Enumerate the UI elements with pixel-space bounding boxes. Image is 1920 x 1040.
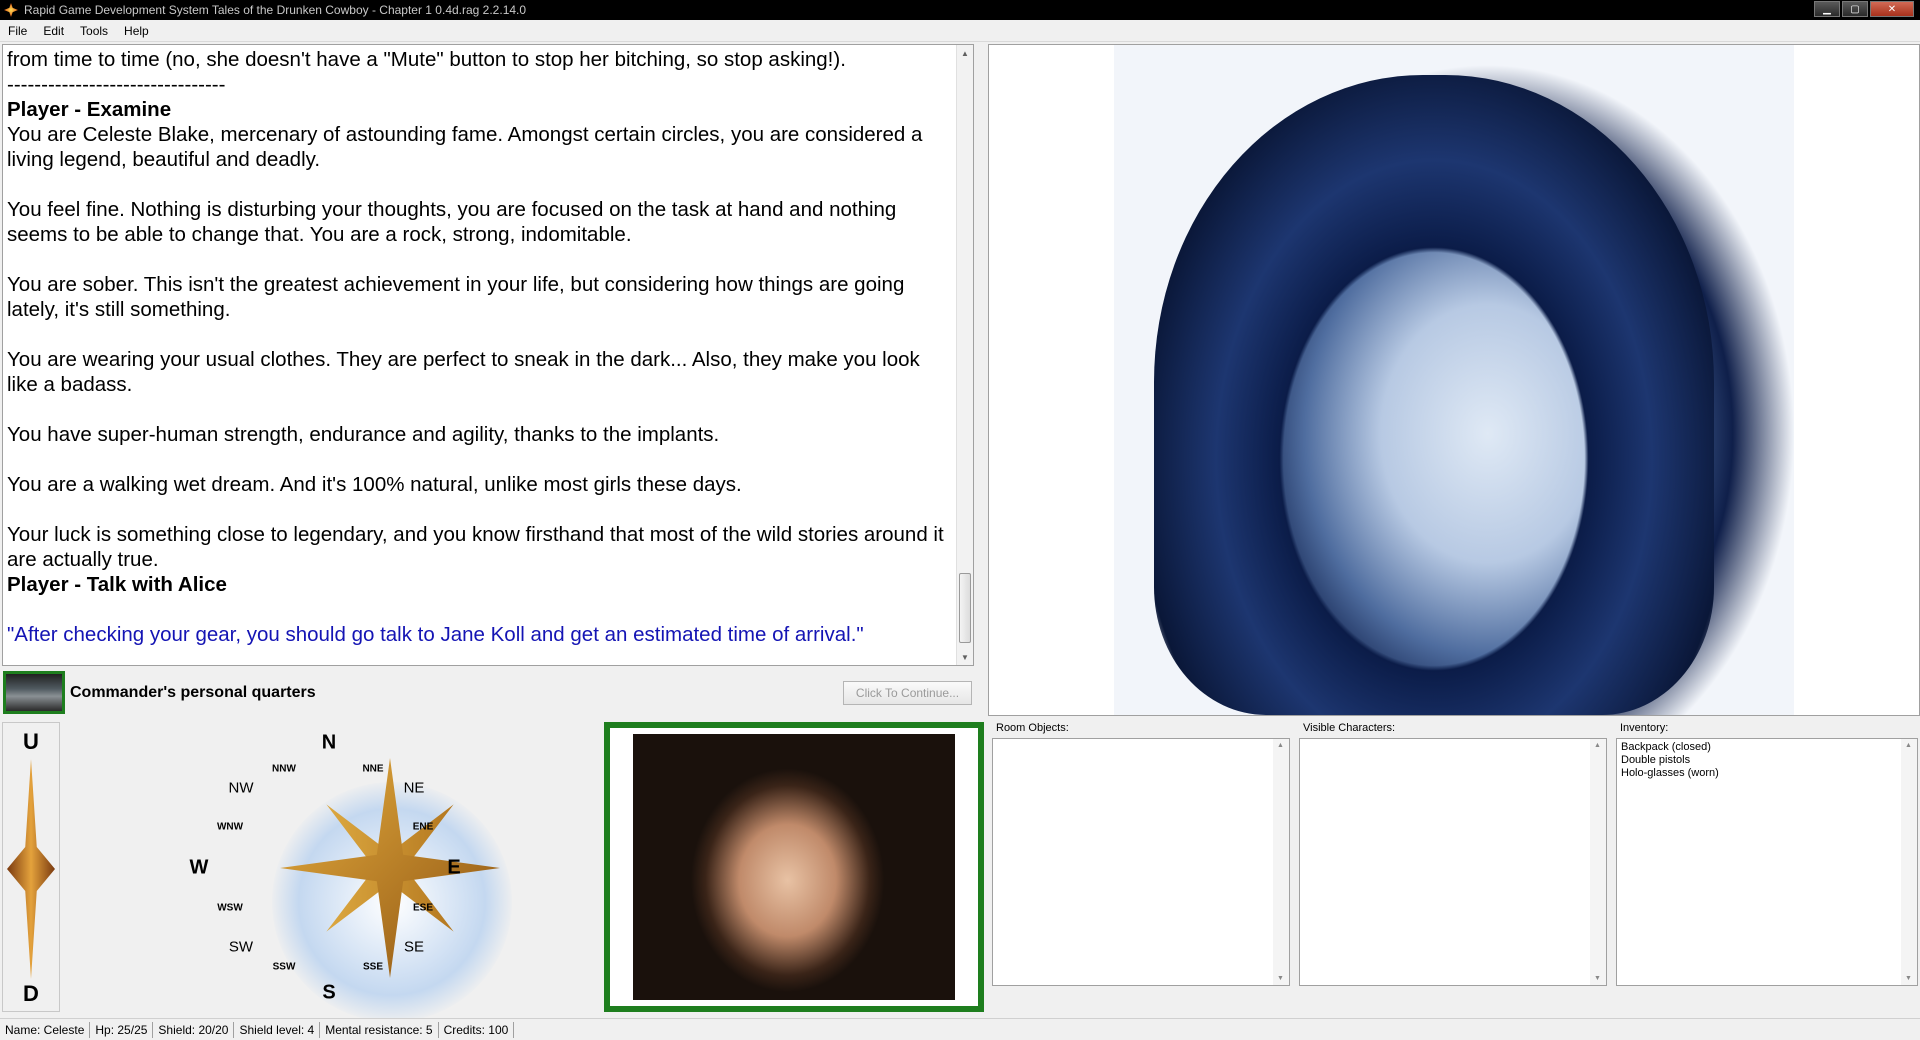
dir-east[interactable]: E (447, 857, 460, 880)
dir-ese: ESE (412, 902, 434, 914)
inventory-item[interactable]: Backpack (closed) (1617, 741, 1917, 754)
heading-examine: Player - Examine (7, 98, 172, 121)
text-paragraph: You are sober. This isn't the greatest a… (7, 273, 911, 321)
inventory-item[interactable]: Holo-glasses (worn) (1617, 767, 1917, 780)
inventory-panel: Inventory: Backpack (closed) Double pist… (1614, 722, 1920, 1018)
dir-ssw: SSW (272, 961, 296, 973)
dir-wnw: WNW (216, 821, 244, 833)
inventory-item[interactable]: Double pistols (1617, 754, 1917, 767)
room-objects-label: Room Objects: (996, 722, 1069, 734)
room-objects-scrollbar[interactable]: ▲ ▼ (1273, 739, 1289, 985)
window-title: Rapid Game Development System Tales of t… (24, 3, 527, 17)
visible-characters-label: Visible Characters: (1303, 722, 1396, 734)
inventory-label: Inventory: (1620, 722, 1669, 734)
menu-help[interactable]: Help (116, 24, 157, 38)
dir-southwest[interactable]: SW (229, 939, 253, 956)
status-name: Name: Celeste (0, 1021, 91, 1038)
text-paragraph: You have super-human strength, endurance… (7, 423, 720, 446)
visible-characters-list[interactable]: ▲ ▼ (1299, 738, 1607, 986)
text-separator: -------------------------------- (7, 73, 226, 96)
app-icon (4, 3, 18, 17)
dir-south[interactable]: S (322, 982, 335, 1005)
dir-northeast[interactable]: NE (404, 780, 425, 797)
visible-characters-panel: Visible Characters: ▲ ▼ (1297, 722, 1609, 1018)
scroll-down-icon[interactable]: ▼ (1277, 975, 1284, 982)
dir-north[interactable]: N (322, 732, 336, 755)
scroll-up-icon[interactable]: ▲ (957, 45, 973, 61)
location-name: Commander's personal quarters (70, 684, 316, 701)
location-thumbnail[interactable] (3, 671, 65, 714)
location-bar: Commander's personal quarters Click To C… (0, 668, 976, 716)
status-hp: Hp: 25/25 (90, 1021, 154, 1038)
game-text: from time to time (no, she doesn't have … (7, 47, 955, 647)
scene-image-panel (988, 44, 1920, 716)
dir-nnw: NNW (272, 763, 296, 775)
character-portrait-small[interactable] (633, 734, 955, 1000)
status-bar: Name: Celeste Hp: 25/25 Shield: 20/20 Sh… (0, 1018, 1920, 1040)
dir-wsw: WSW (217, 902, 243, 914)
status-mental-resistance: Mental resistance: 5 (320, 1021, 439, 1038)
visible-characters-scrollbar[interactable]: ▲ ▼ (1590, 739, 1606, 985)
portrait-hair (1154, 75, 1714, 715)
game-text-panel[interactable]: from time to time (no, she doesn't have … (2, 44, 974, 666)
continue-button[interactable]: Click To Continue... (843, 681, 972, 705)
character-portrait-frame (604, 722, 984, 1012)
menu-tools[interactable]: Tools (72, 24, 116, 38)
close-button[interactable]: ✕ (1870, 1, 1914, 17)
scroll-thumb[interactable] (959, 573, 971, 643)
dir-west[interactable]: W (190, 857, 209, 880)
status-credits: Credits: 100 (439, 1021, 515, 1038)
title-bar: Rapid Game Development System Tales of t… (0, 0, 1920, 20)
menu-file[interactable]: File (0, 24, 35, 38)
dir-sse: SSE (362, 961, 384, 973)
up-button[interactable]: U (3, 729, 59, 755)
text-scrollbar[interactable]: ▲ ▼ (956, 45, 973, 665)
compass-panel: N S E W NE NW SE SW NNE NNW ENE ESE SSE … (62, 722, 598, 1022)
room-objects-list[interactable]: ▲ ▼ (992, 738, 1290, 986)
heading-talk: Player - Talk with Alice (7, 573, 227, 596)
status-shield-level: Shield level: 4 (234, 1021, 321, 1038)
text-paragraph: You are Celeste Blake, mercenary of asto… (7, 123, 929, 171)
scroll-up-icon[interactable]: ▲ (1594, 742, 1601, 749)
up-down-compass: U D (2, 722, 60, 1012)
dir-ene: ENE (412, 821, 434, 833)
scroll-down-icon[interactable]: ▼ (1594, 975, 1601, 982)
menu-edit[interactable]: Edit (35, 24, 72, 38)
scroll-up-icon[interactable]: ▲ (1277, 742, 1284, 749)
text-paragraph: You are wearing your usual clothes. They… (7, 348, 926, 396)
scroll-up-icon[interactable]: ▲ (1905, 742, 1912, 749)
maximize-button[interactable]: ▢ (1842, 1, 1868, 17)
character-portrait-large (1114, 45, 1794, 715)
dir-nne: NNE (362, 763, 384, 775)
minimize-button[interactable]: ▁ (1814, 1, 1840, 17)
text-line: from time to time (no, she doesn't have … (7, 48, 846, 71)
scroll-down-icon[interactable]: ▼ (957, 649, 973, 665)
down-button[interactable]: D (3, 981, 59, 1007)
room-objects-panel: Room Objects: ▲ ▼ (990, 722, 1292, 1018)
text-paragraph: Your luck is something close to legendar… (7, 523, 950, 571)
inventory-list[interactable]: Backpack (closed) Double pistols Holo-gl… (1616, 738, 1918, 986)
text-paragraph: You are a walking wet dream. And it's 10… (7, 473, 742, 496)
up-down-star-icon (7, 759, 55, 979)
dir-northwest[interactable]: NW (229, 780, 254, 797)
scroll-down-icon[interactable]: ▼ (1905, 975, 1912, 982)
text-paragraph: You feel fine. Nothing is disturbing you… (7, 198, 903, 246)
inventory-scrollbar[interactable]: ▲ ▼ (1901, 739, 1917, 985)
dialogue-line: "After checking your gear, you should go… (7, 623, 864, 646)
status-shield: Shield: 20/20 (153, 1021, 235, 1038)
menu-bar: File Edit Tools Help (0, 20, 1920, 42)
window-controls: ▁ ▢ ✕ (1814, 1, 1914, 17)
dir-southeast[interactable]: SE (404, 939, 424, 956)
